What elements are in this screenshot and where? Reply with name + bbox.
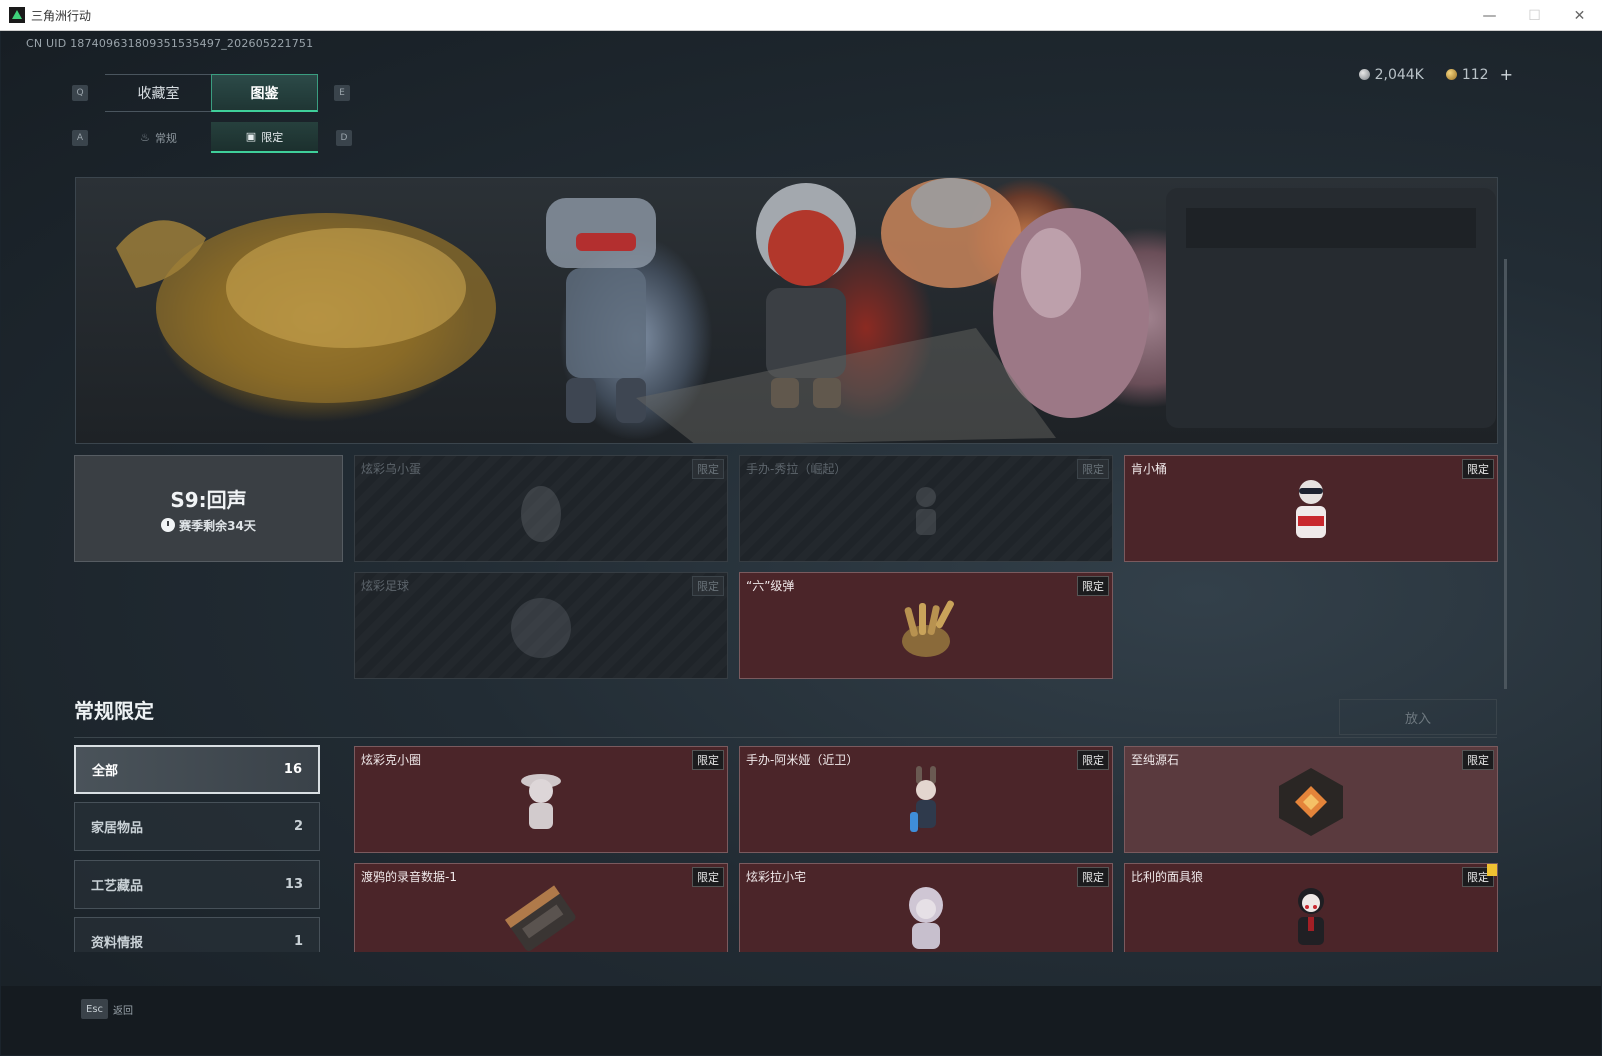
item-name: 炫彩拉小宅 [746, 870, 807, 884]
silver-coin-icon [1358, 69, 1370, 80]
hooded-figure-icon [909, 886, 943, 949]
game-viewport: CN UID 187409631809351535497_20260522175… [1, 31, 1601, 1055]
bottom-bar [1, 986, 1601, 1055]
currency-bar: 2,044K 112 + [1358, 65, 1513, 84]
season-remaining: 赛季剩余34天 [161, 517, 256, 534]
hat-figure-icon [521, 773, 561, 829]
item-card[interactable]: 手办-阿米娅（近卫） 限定 [739, 746, 1113, 853]
gold-currency: 112 + [1445, 65, 1513, 84]
item-name: 炫彩足球 [361, 579, 410, 593]
flame-icon: ♨ [140, 131, 150, 144]
add-currency-button[interactable]: + [1500, 65, 1513, 84]
subtab-limited-label: 限定 [261, 130, 284, 144]
item-name: 渡鸦的录音数据-1 [361, 870, 457, 884]
bullet-hand-icon [902, 600, 954, 657]
filter-label: 全部 [92, 764, 119, 779]
subtab-regular-label: 常规 [154, 131, 177, 145]
uid-label: CN UID 187409631809351535497_20260522175… [26, 37, 314, 50]
maximize-button[interactable]: ☐ [1512, 0, 1557, 31]
filter-all[interactable]: 全部 16 [74, 745, 320, 794]
tape-icon [504, 885, 576, 951]
football-icon [511, 597, 571, 658]
filter-intel[interactable]: 资料情报 1 [74, 917, 320, 952]
amiya-figure-icon [910, 765, 936, 832]
limited-badge: 限定 [1077, 459, 1109, 479]
gold-amount: 112 [1461, 66, 1489, 83]
item-name: 炫彩乌小蛋 [361, 462, 422, 476]
back-label[interactable]: 返回 [113, 1002, 133, 1017]
item-card[interactable]: “六”级弹 限定 [739, 572, 1113, 679]
limited-badge: 限定 [1462, 750, 1494, 770]
scrollbar[interactable] [1504, 259, 1507, 689]
esc-key[interactable]: Esc [81, 999, 109, 1019]
item-card[interactable]: 炫彩足球 限定 [354, 572, 728, 679]
place-button[interactable]: 放入 [1339, 699, 1497, 735]
limited-badge: 限定 [692, 867, 724, 887]
figure-icon [916, 486, 936, 535]
filter-label: 资料情报 [91, 936, 144, 951]
season-banner-image [75, 177, 1498, 444]
minimize-button[interactable]: — [1467, 0, 1512, 31]
gold-coin-icon [1445, 69, 1457, 80]
filter-count: 2 [293, 819, 303, 834]
item-card[interactable]: 肯小桶 限定 [1124, 455, 1498, 562]
section-title: 常规限定 [74, 699, 154, 723]
app-logo-icon [9, 7, 25, 23]
clock-icon [161, 518, 176, 532]
item-name: “六”级弹 [746, 579, 795, 593]
silver-amount: 2,044K [1374, 66, 1424, 83]
section-divider [74, 737, 1497, 738]
subtab-regular[interactable]: ♨ 常规 [105, 122, 212, 153]
item-card[interactable]: 至纯源石 限定 [1124, 746, 1498, 853]
originium-icon [1279, 767, 1343, 836]
bucket-figure-icon [1296, 479, 1326, 538]
season-info-card: S9:回声 赛季剩余34天 [74, 455, 343, 562]
limited-badge: 限定 [692, 576, 724, 596]
item-card[interactable]: 炫彩克小圈 限定 [354, 746, 728, 853]
filter-count: 13 [284, 877, 303, 892]
silver-currency: 2,044K [1358, 66, 1424, 83]
filter-home-items[interactable]: 家居物品 2 [74, 802, 320, 851]
limited-badge: 限定 [1077, 867, 1109, 887]
limited-badge: 限定 [692, 459, 724, 479]
limited-badge: 限定 [692, 750, 724, 770]
egg-figure-icon [521, 485, 561, 542]
close-button[interactable]: ✕ [1557, 0, 1602, 31]
limited-badge: 限定 [1077, 750, 1109, 770]
limited-badge: 限定 [1462, 459, 1494, 479]
item-name: 比利的面具狼 [1131, 870, 1204, 884]
season-title: S9:回声 [170, 487, 247, 512]
puppet-icon [1298, 887, 1324, 945]
warning-icon [1487, 864, 1497, 876]
season-remaining-text: 赛季剩余34天 [179, 518, 256, 533]
filter-count: 1 [293, 934, 303, 949]
prev-subtab-key[interactable]: A [72, 130, 88, 146]
item-name: 手办-阿米娅（近卫） [746, 753, 859, 767]
item-name: 炫彩克小圈 [361, 753, 422, 767]
item-card[interactable]: 炫彩乌小蛋 限定 [354, 455, 728, 562]
limited-badge: 限定 [1077, 576, 1109, 596]
subtab-limited[interactable]: ▣ 限定 [211, 122, 318, 153]
window-title: 三角洲行动 [31, 8, 92, 23]
filter-count: 16 [283, 762, 302, 777]
item-name: 手办-秀拉（崛起） [746, 462, 847, 476]
filter-label: 工艺藏品 [91, 879, 144, 894]
prev-tab-key[interactable]: Q [72, 85, 88, 101]
filter-crafts[interactable]: 工艺藏品 13 [74, 860, 320, 909]
item-name: 至纯源石 [1131, 753, 1180, 767]
item-name: 肯小桶 [1131, 462, 1168, 476]
item-card[interactable]: 渡鸦的录音数据-1 限定 [354, 863, 728, 952]
banner-artwork [116, 178, 1496, 443]
item-card[interactable]: 比利的面具狼 限定 [1124, 863, 1498, 952]
filter-label: 家居物品 [91, 821, 144, 836]
window-titlebar: 三角洲行动 — ☐ ✕ [0, 0, 1602, 31]
tab-collection-room[interactable]: 收藏室 [105, 74, 212, 112]
next-tab-key[interactable]: E [334, 85, 350, 101]
item-card[interactable]: 炫彩拉小宅 限定 [739, 863, 1113, 952]
item-card[interactable]: 手办-秀拉（崛起） 限定 [739, 455, 1113, 562]
next-subtab-key[interactable]: D [336, 130, 352, 146]
tab-codex[interactable]: 图鉴 [211, 74, 318, 112]
image-icon: ▣ [245, 130, 257, 143]
